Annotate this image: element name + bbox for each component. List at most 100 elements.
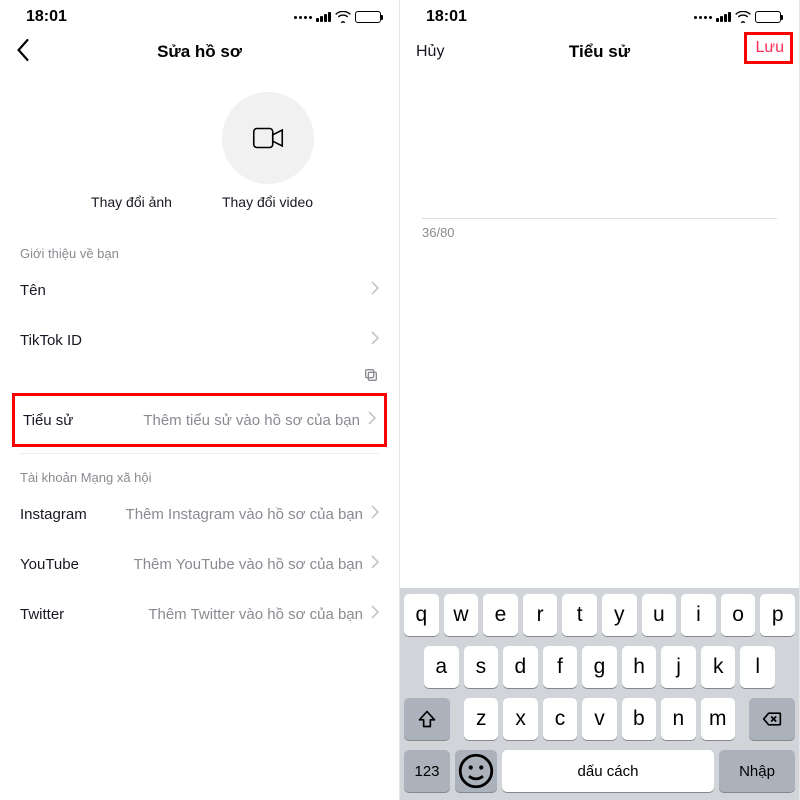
key-n[interactable]: n <box>661 698 695 740</box>
key-d[interactable]: d <box>503 646 538 688</box>
emoji-key[interactable] <box>455 750 497 792</box>
signal-dots-icon <box>694 16 712 19</box>
key-a[interactable]: a <box>424 646 459 688</box>
status-bar: 18:01 <box>0 0 399 30</box>
bio-input[interactable] <box>422 88 777 218</box>
screen-edit-profile: 18:01 Sửa hồ sơ Thay đổi ảnh Thay đổi vi… <box>0 0 400 800</box>
signal-bars-icon <box>716 12 731 22</box>
key-s[interactable]: s <box>464 646 499 688</box>
row-twitter-label: Twitter <box>20 606 64 623</box>
enter-key[interactable]: Nhập <box>719 750 795 792</box>
key-f[interactable]: f <box>543 646 578 688</box>
key-z[interactable]: z <box>464 698 498 740</box>
row-name-label: Tên <box>20 282 46 299</box>
battery-icon <box>355 11 381 23</box>
keyboard-row-3: zxcvbnm <box>404 698 795 740</box>
key-y[interactable]: y <box>602 594 637 636</box>
row-tiktokid[interactable]: TikTok ID <box>20 315 379 365</box>
row-twitter-placeholder: Thêm Twitter vào hồ sơ của bạn <box>64 606 371 623</box>
video-icon <box>222 92 314 184</box>
section-social-label: Tài khoản Mạng xã hội <box>0 458 399 489</box>
key-w[interactable]: w <box>444 594 479 636</box>
key-x[interactable]: x <box>503 698 537 740</box>
section-about-label: Giới thiệu về bạn <box>0 234 399 265</box>
change-photo-button[interactable]: Thay đổi ảnh <box>86 92 178 210</box>
row-instagram-placeholder: Thêm Instagram vào hồ sơ của bạn <box>87 506 371 523</box>
shift-key[interactable] <box>404 698 450 740</box>
key-q[interactable]: q <box>404 594 439 636</box>
row-bio-label: Tiểu sử <box>23 412 73 429</box>
chevron-right-icon <box>371 281 379 299</box>
key-u[interactable]: u <box>642 594 677 636</box>
key-k[interactable]: k <box>701 646 736 688</box>
bio-counter: 36/80 <box>422 225 777 240</box>
key-j[interactable]: j <box>661 646 696 688</box>
status-indicators <box>692 11 781 23</box>
battery-icon <box>755 11 781 23</box>
row-bio[interactable]: Tiểu sử Thêm tiểu sử vào hồ sơ của bạn <box>23 396 376 444</box>
chevron-right-icon <box>368 411 376 429</box>
key-m[interactable]: m <box>701 698 735 740</box>
row-twitter[interactable]: Twitter Thêm Twitter vào hồ sơ của bạn <box>20 589 379 639</box>
key-v[interactable]: v <box>582 698 616 740</box>
change-video-label: Thay đổi video <box>222 194 313 210</box>
key-b[interactable]: b <box>622 698 656 740</box>
change-video-button[interactable]: Thay đổi video <box>222 92 314 210</box>
bio-area: 36/80 <box>400 74 799 244</box>
key-i[interactable]: i <box>681 594 716 636</box>
space-key[interactable]: dấu cách <box>502 750 714 792</box>
row-bio-placeholder: Thêm tiểu sử vào hồ sơ của bạn <box>73 412 368 429</box>
key-p[interactable]: p <box>760 594 795 636</box>
chevron-right-icon <box>371 505 379 523</box>
key-c[interactable]: c <box>543 698 577 740</box>
screen-bio-editor: 18:01 Hủy Tiểu sử Lưu 36/80 qwertyuiop a… <box>400 0 800 800</box>
cancel-button[interactable]: Hủy <box>416 43 466 61</box>
row-instagram[interactable]: Instagram Thêm Instagram vào hồ sơ của b… <box>20 489 379 539</box>
row-bio-highlight: Tiểu sử Thêm tiểu sử vào hồ sơ của bạn <box>12 393 387 447</box>
status-time: 18:01 <box>426 8 467 26</box>
keyboard-row-1: qwertyuiop <box>404 594 795 636</box>
row-instagram-label: Instagram <box>20 506 87 523</box>
save-button-highlight: Lưu <box>744 32 793 64</box>
nav-bar: Sửa hồ sơ <box>0 30 399 74</box>
row-name[interactable]: Tên <box>20 265 379 315</box>
copy-id-button[interactable] <box>0 365 399 391</box>
keyboard-row-2: asdfghjkl <box>404 646 795 688</box>
back-button[interactable] <box>16 39 66 66</box>
social-rows: Instagram Thêm Instagram vào hồ sơ của b… <box>0 489 399 639</box>
backspace-key[interactable] <box>749 698 795 740</box>
key-g[interactable]: g <box>582 646 617 688</box>
status-indicators <box>292 11 381 23</box>
key-h[interactable]: h <box>622 646 657 688</box>
numbers-key[interactable]: 123 <box>404 750 450 792</box>
shift-icon <box>417 709 437 729</box>
key-l[interactable]: l <box>740 646 775 688</box>
row-youtube-placeholder: Thêm YouTube vào hồ sơ của bạn <box>79 556 371 573</box>
key-t[interactable]: t <box>562 594 597 636</box>
emoji-icon <box>455 750 497 792</box>
chevron-right-icon <box>371 605 379 623</box>
chevron-right-icon <box>371 331 379 349</box>
change-photo-label: Thay đổi ảnh <box>91 194 172 210</box>
divider <box>422 218 777 219</box>
about-rows: Tên TikTok ID <box>0 265 399 365</box>
status-time: 18:01 <box>26 8 67 26</box>
status-bar: 18:01 <box>400 0 799 30</box>
key-r[interactable]: r <box>523 594 558 636</box>
nav-bar: Hủy Tiểu sử <box>400 30 799 74</box>
copy-icon <box>363 367 379 383</box>
key-o[interactable]: o <box>721 594 756 636</box>
media-row: Thay đổi ảnh Thay đổi video <box>0 74 399 234</box>
spacer <box>400 244 799 588</box>
wifi-icon <box>335 11 351 23</box>
row-tiktokid-label: TikTok ID <box>20 332 82 349</box>
keyboard-row-bottom: 123 dấu cách Nhập <box>404 750 795 792</box>
key-e[interactable]: e <box>483 594 518 636</box>
keyboard: qwertyuiop asdfghjkl zxcvbnm 123 dấu các… <box>400 588 799 800</box>
backspace-icon <box>762 709 782 729</box>
signal-dots-icon <box>294 16 312 19</box>
save-button[interactable]: Lưu <box>755 39 784 56</box>
row-youtube[interactable]: YouTube Thêm YouTube vào hồ sơ của bạn <box>20 539 379 589</box>
avatar-placeholder <box>86 92 178 184</box>
signal-bars-icon <box>316 12 331 22</box>
